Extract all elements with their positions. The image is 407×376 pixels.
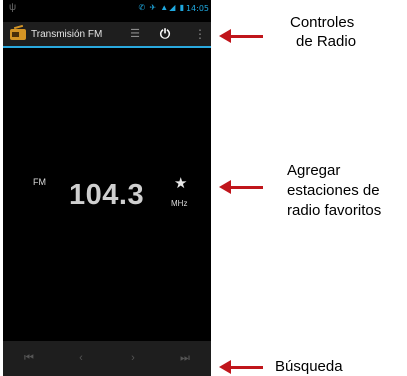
status-icons: ✆ ✈ ▲◢ ▮ [138,3,185,12]
skip-previous-button[interactable]: ⏮ [3,341,55,376]
favorites-arrow [219,180,263,194]
search-label: Búsqueda [275,358,343,375]
radio-controls-label-line1: Controles [290,14,355,31]
favorite-star-icon[interactable]: ★ [174,174,187,192]
channel-list-icon[interactable]: ☰ [127,26,143,42]
search-arrow [219,360,263,374]
radio-controls-arrow [219,29,263,43]
status-bar: ψ ✆ ✈ ▲◢ ▮ 14:05 [3,0,211,22]
app-title: Transmisión FM [31,29,103,40]
radio-controls-label-line2: de Radio [296,33,357,50]
overflow-menu-icon[interactable]: ⋮ [194,26,206,42]
frequency-unit: MHz [171,199,188,208]
status-time: 14:05 [185,4,209,13]
band-label: FM [33,177,46,187]
usb-icon: ψ [9,2,17,13]
radio-icon [10,29,26,40]
action-bar: Transmisión FM ☰ ⏻ ⋮ [3,22,211,48]
power-icon[interactable]: ⏻ [157,25,173,43]
favorites-label-line1: Agregar [287,162,341,179]
phone-screen: ψ ✆ ✈ ▲◢ ▮ 14:05 Transmisión FM ☰ ⏻ ⋮ FM… [3,0,211,376]
favorites-label-line2: estaciones de [287,182,380,199]
seek-back-button[interactable]: ‹ [55,341,107,376]
favorites-label-line3: radio favoritos [287,202,382,219]
skip-next-button[interactable]: ⏭ [159,341,211,376]
frequency-readout: 104.3 [69,179,145,211]
tuner-display: FM 104.3 ★ MHz [3,50,211,340]
seek-forward-button[interactable]: › [107,341,159,376]
seek-bar: ⏮ ‹ › ⏭ [3,341,211,376]
